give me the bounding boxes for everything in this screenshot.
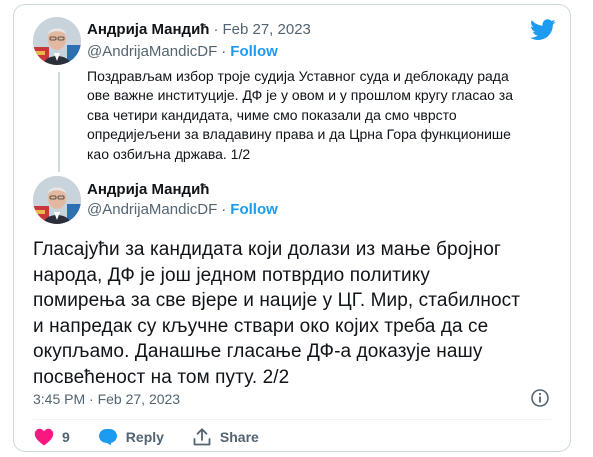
author-name[interactable]: Андрија Мандић <box>87 21 209 38</box>
separator-dot: · <box>213 21 219 38</box>
author-row: Андрија Мандић · Feb 27, 2023 <box>87 21 311 38</box>
twitter-bird-icon[interactable] <box>530 19 556 41</box>
reply-button[interactable]: Reply <box>98 428 164 446</box>
tweet-text-line: народа, ДФ је још једном потврдио полити… <box>33 264 430 286</box>
share-upload-icon <box>193 428 211 446</box>
separator-dot: · <box>221 201 227 218</box>
tweet-text-line: помирења за све вјере и нације у ЦГ. Мир… <box>33 290 521 311</box>
tweet-text-line: посвећеност на том путу. 2/2 <box>33 366 290 388</box>
avatar[interactable] <box>33 176 81 224</box>
tweet-timestamp[interactable]: 3:45 PM · Feb 27, 2023 <box>33 391 180 407</box>
tweet-date[interactable]: Feb 27, 2023 <box>222 21 310 38</box>
reply-label: Reply <box>125 429 164 445</box>
tweet-text-line: сва четири кандидата, чиме смо показали … <box>87 106 457 123</box>
avatar-photo <box>33 17 81 65</box>
follow-button[interactable]: Follow <box>230 201 278 218</box>
tweet-text-line: Гласајући за кандидата који долази из ма… <box>33 239 501 260</box>
follow-button[interactable]: Follow <box>230 43 278 60</box>
tweet-text-main: Гласајући за кандидата који долази из ма… <box>33 237 563 390</box>
like-count: 9 <box>62 429 70 445</box>
tweet-embed-card: Андрија Мандић · Feb 27, 2023 @AndrijaMa… <box>13 4 571 452</box>
handle-row: @AndrijaMandicDF · Follow <box>87 201 278 218</box>
separator-dot: · <box>221 43 227 60</box>
tweet-text-line: и напредак су кључне ствари око којих тр… <box>33 315 489 337</box>
action-divider <box>33 419 551 420</box>
tweet-text-line: окупљамо. Данашње гласање ДФ-а доказује … <box>33 341 483 362</box>
tweet-text-line: ове важне институције. ДФ је у овом и у … <box>87 87 513 104</box>
tweet-text: Поздрављам избор троје судија Уставног с… <box>87 67 557 164</box>
like-button[interactable]: 9 <box>34 428 70 446</box>
heart-icon <box>34 428 54 446</box>
tweet-text-line: као озбиљна држава. 1/2 <box>87 145 251 162</box>
reply-bubble-icon <box>98 429 117 446</box>
info-icon[interactable] <box>530 388 550 408</box>
author-handle[interactable]: @AndrijaMandicDF <box>87 201 217 218</box>
action-bar: 9 Reply Share <box>34 427 287 447</box>
tweet-text-line: Поздрављам избор троје судија Уставног с… <box>87 68 509 84</box>
avatar-photo <box>33 176 81 224</box>
avatar[interactable] <box>33 17 81 65</box>
handle-row: @AndrijaMandicDF · Follow <box>87 43 278 60</box>
share-label: Share <box>219 429 259 445</box>
tweet-text-line: опредијељени за владавину права и да Црн… <box>87 126 511 143</box>
author-handle[interactable]: @AndrijaMandicDF <box>87 43 217 60</box>
author-row: Андрија Мандић <box>87 181 209 198</box>
thread-connector-line <box>58 72 60 172</box>
author-name[interactable]: Андрија Мандић <box>87 181 209 198</box>
share-button[interactable]: Share <box>192 427 259 447</box>
